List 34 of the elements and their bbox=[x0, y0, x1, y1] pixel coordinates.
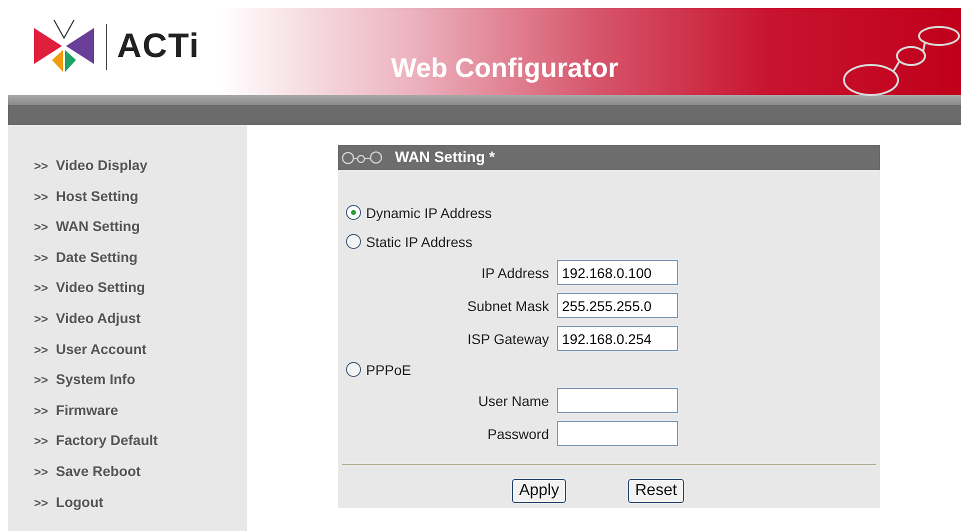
nav-link[interactable]: >> Save Reboot bbox=[34, 460, 141, 482]
nav-link[interactable]: >> Factory Default bbox=[34, 430, 158, 452]
field-label: User Name bbox=[477, 392, 549, 408]
field-label: Subnet Mask bbox=[466, 298, 549, 314]
radio-button[interactable] bbox=[346, 234, 361, 249]
field-label: ISP Gateway bbox=[466, 330, 549, 346]
input-field[interactable]: 192.168.0.100 bbox=[557, 260, 678, 285]
input-field[interactable]: 255.255.255.0 bbox=[557, 293, 678, 318]
input-field[interactable]: 192.168.0.254 bbox=[557, 326, 678, 351]
form-button[interactable]: Reset bbox=[628, 479, 684, 503]
nav-link[interactable]: >> Video Display bbox=[34, 155, 148, 176]
nav-link[interactable]: >> Host Setting bbox=[34, 186, 138, 207]
form-button[interactable]: Apply bbox=[512, 479, 566, 503]
radio-label: Dynamic IP Address bbox=[366, 204, 492, 220]
nav-link[interactable]: >> User Account bbox=[34, 338, 146, 360]
input-field[interactable] bbox=[557, 421, 678, 446]
brand-name: ACTi bbox=[117, 27, 200, 66]
radio-button[interactable] bbox=[346, 362, 361, 377]
radio-label: Static IP Address bbox=[366, 234, 472, 250]
nav-link[interactable]: >> Video Setting bbox=[34, 277, 146, 298]
radio-button[interactable] bbox=[346, 205, 361, 220]
panel-title: WAN Setting * bbox=[395, 149, 495, 166]
nav-link[interactable]: >> Logout bbox=[34, 492, 104, 513]
field-label: Password bbox=[486, 426, 549, 442]
radio-label: PPPoE bbox=[366, 362, 412, 378]
nav-link[interactable]: >> Date Setting bbox=[34, 246, 138, 268]
app-title: Web Configurator bbox=[391, 53, 618, 84]
input-field[interactable] bbox=[557, 388, 678, 413]
chain-icon bbox=[341, 150, 385, 164]
nav-link[interactable]: >> System Info bbox=[34, 369, 136, 390]
nav-link[interactable]: >> Firmware bbox=[34, 400, 118, 421]
nav-link[interactable]: >> WAN Setting bbox=[34, 216, 140, 238]
nav-link[interactable]: >> Video Adjust bbox=[34, 308, 141, 329]
field-label: IP Address bbox=[480, 264, 549, 280]
